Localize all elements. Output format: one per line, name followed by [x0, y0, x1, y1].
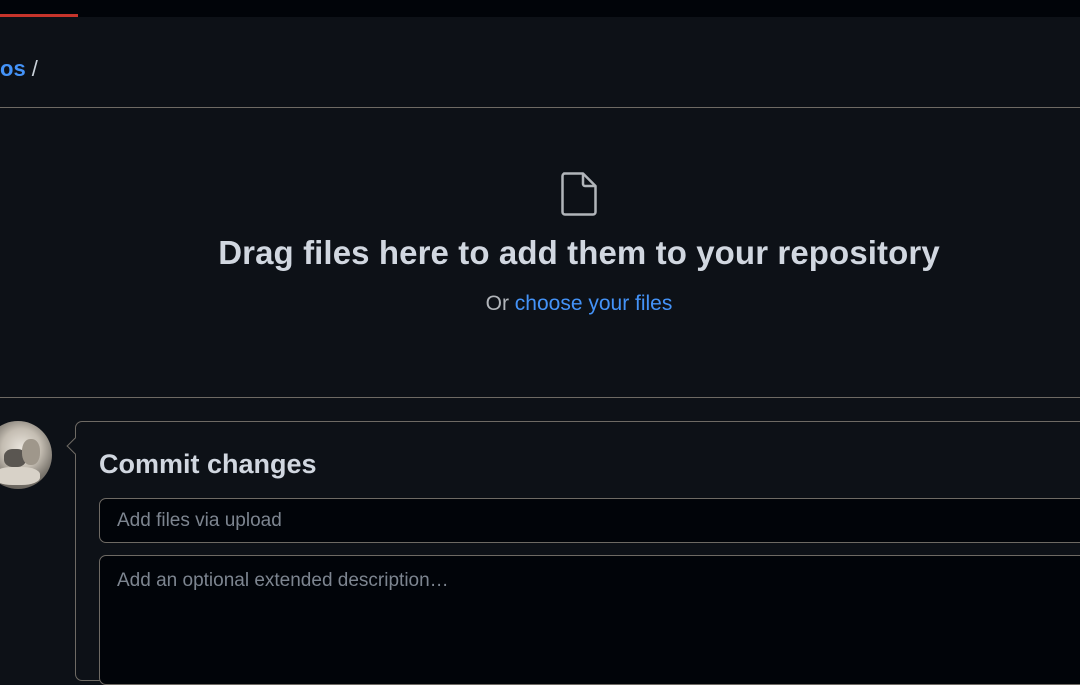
avatar[interactable]	[0, 421, 52, 489]
commit-description-textarea[interactable]	[99, 555, 1080, 685]
dropzone-or-text: Or	[485, 292, 515, 315]
top-header-bar	[0, 0, 1080, 17]
breadcrumb-repo-link[interactable]: os	[0, 56, 26, 82]
dropzone-subtitle: Or choose your files	[0, 292, 1080, 316]
breadcrumb-separator: /	[31, 56, 38, 81]
breadcrumb: os /	[0, 55, 38, 83]
page-load-progress-bar	[0, 14, 78, 17]
commit-changes-heading: Commit changes	[99, 449, 317, 479]
dropzone-title: Drag files here to add them to your repo…	[218, 234, 940, 271]
commit-summary-input[interactable]	[99, 498, 1080, 543]
avatar-photo-detail	[22, 439, 40, 465]
divider-bottom	[0, 397, 1080, 398]
file-icon	[561, 172, 597, 216]
avatar-photo-detail	[0, 467, 40, 485]
choose-files-link[interactable]: choose your files	[515, 292, 673, 315]
